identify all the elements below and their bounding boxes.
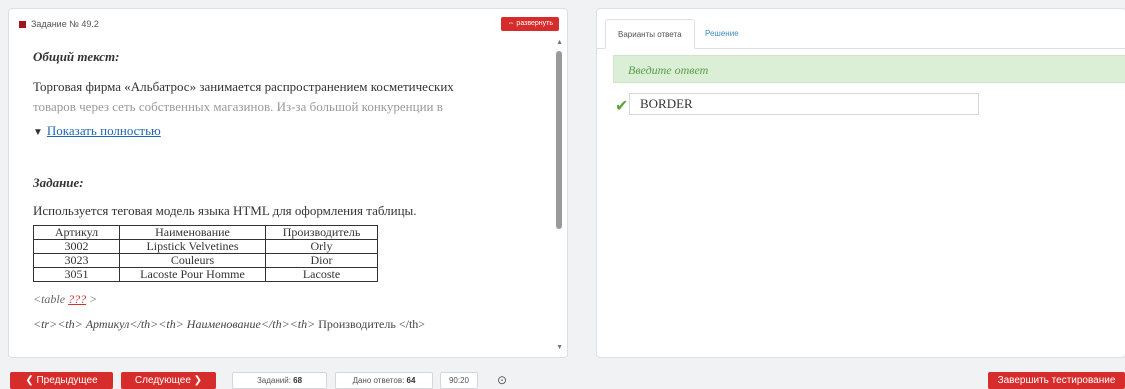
tab-solution[interactable]: Решение [693, 19, 751, 49]
table-cell: Lipstick Velvetines [119, 239, 266, 254]
code-line: <table ??? > [33, 292, 543, 307]
table-row: 3023 Couleurs Dior [33, 253, 378, 268]
code-line: <tr><th> Артикул</th><th> Наименование</… [33, 317, 543, 332]
scroll-up-icon[interactable]: ▲ [556, 39, 563, 46]
general-text-heading: Общий текст: [33, 49, 120, 64]
table-row: 3002 Lipstick Velvetines Orly [33, 239, 378, 254]
answers-count-label: Дано ответов: [352, 376, 405, 385]
checkmark-icon: ✔ [615, 98, 629, 115]
task-number-label: Задание № 49.2 [31, 19, 99, 29]
answer-panel: Варианты ответа Решение Введите ответ ✔ … [596, 8, 1125, 358]
code-prefix: <table [33, 292, 69, 306]
bottom-toolbar: ❮ Предыдущее Следующее ❯ Заданий: 68 Дан… [0, 364, 1125, 389]
general-text-line-faded: товаров через сеть собственных магазинов… [33, 99, 443, 114]
answers-count-value: 64 [406, 376, 416, 385]
finish-test-button[interactable]: Завершить тестирование [988, 372, 1125, 389]
table-cell: Couleurs [119, 253, 266, 268]
next-button[interactable]: Следующее ❯ [121, 372, 216, 389]
task-content: Общий текст: Торговая фирма «Альбатрос» … [33, 49, 543, 354]
tasks-count-box: Заданий: 68 [232, 372, 327, 389]
general-text-body: Торговая фирма «Альбатрос» занимается ра… [33, 77, 543, 117]
expand-button[interactable]: ⇔ развернуть [501, 17, 559, 31]
answer-tabs: Варианты ответа Решение [597, 9, 1125, 49]
tasks-count-label: Заданий: [256, 376, 291, 385]
table-header-cell: Производитель [265, 225, 378, 240]
table-cell: 3023 [33, 253, 120, 268]
table-header-cell: Артикул [33, 225, 120, 240]
table-cell: Orly [265, 239, 378, 254]
code-tail: Производитель </th> [315, 317, 426, 331]
task-panel: Задание № 49.2 ⇔ развернуть Общий текст:… [8, 8, 568, 358]
task-header: Задание № 49.2 ⇔ развернуть [9, 9, 567, 33]
table-cell: Lacoste Pour Homme [119, 267, 266, 282]
table-row: 3051 Lacoste Pour Homme Lacoste [33, 267, 378, 282]
table-header-cell: Наименование [119, 225, 266, 240]
answer-input[interactable]: BORDER [629, 93, 979, 115]
task-marker-icon [19, 21, 26, 28]
example-table: Артикул Наименование Производитель 3002 … [33, 225, 378, 282]
chevron-down-icon: ▼ [33, 127, 43, 138]
code-tags: <tr><th> Артикул</th><th> Наименование</… [33, 317, 316, 331]
answers-count-box: Дано ответов: 64 [335, 372, 433, 389]
general-text-line: Торговая фирма «Альбатрос» занимается ра… [33, 79, 454, 94]
scrollbar-thumb[interactable] [556, 51, 562, 229]
tab-answers[interactable]: Варианты ответа [605, 19, 695, 49]
table-cell: Dior [265, 253, 378, 268]
table-cell: 3002 [33, 239, 120, 254]
table-cell: Lacoste [265, 267, 378, 282]
timer-box: 90:20 [440, 372, 478, 389]
answer-prompt-banner: Введите ответ [613, 55, 1125, 83]
code-blank: ??? [68, 292, 87, 306]
scroll-down-icon[interactable]: ▼ [556, 344, 563, 351]
task-heading: Задание: [33, 175, 84, 190]
tasks-count-value: 68 [293, 376, 303, 385]
table-cell: 3051 [33, 267, 120, 282]
clock-icon: ⊙ [497, 373, 508, 387]
code-suffix: > [86, 292, 98, 306]
table-header-row: Артикул Наименование Производитель [33, 225, 378, 240]
task-text: Используется теговая модель языка HTML д… [33, 203, 417, 218]
previous-button[interactable]: ❮ Предыдущее [10, 372, 113, 389]
show-more-link[interactable]: ▼ Показать полностью [33, 123, 543, 139]
show-more-label[interactable]: Показать полностью [47, 123, 161, 138]
